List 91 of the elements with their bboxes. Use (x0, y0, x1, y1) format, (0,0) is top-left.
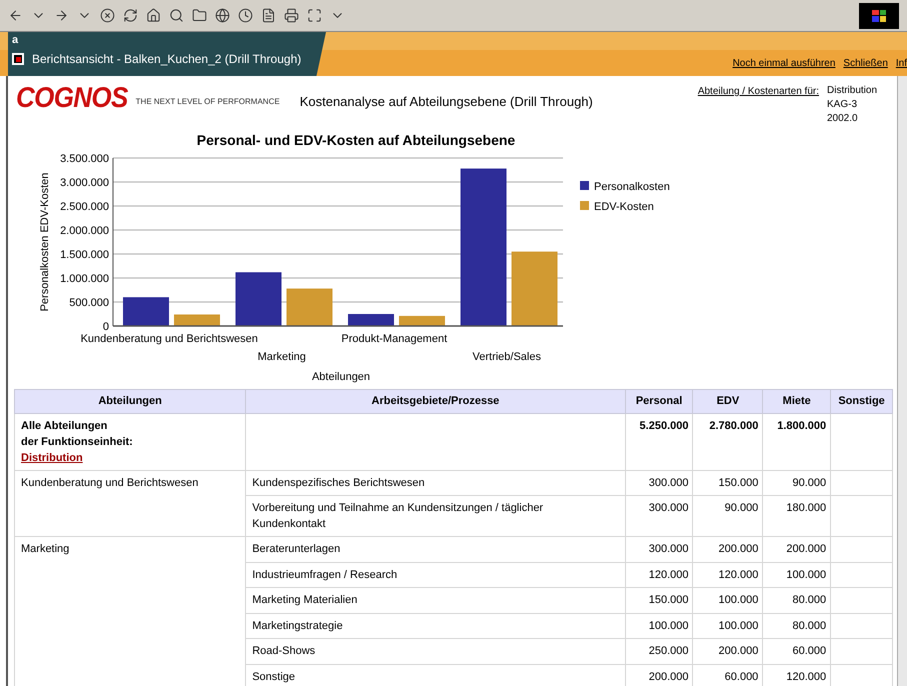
table-cell: Kundenberatung und Berichtswesen (14, 470, 246, 536)
y-tick-label: 500.000 (69, 297, 109, 309)
table-cell: 5.250.000 (625, 413, 693, 470)
table-cell: 200.000 (762, 536, 831, 562)
table-cell: 2.780.000 (692, 413, 763, 470)
bar (286, 288, 332, 326)
table-cell: 180.000 (762, 496, 831, 536)
filter-value: Distribution (827, 84, 878, 98)
table-cell: Road-Shows (246, 638, 626, 664)
filter-label: Abteilung / Kostenarten für: (698, 85, 819, 99)
chart-title: Personal- und EDV-Kosten auf Abteilungsebene (196, 132, 516, 148)
table-cell: 60.000 (762, 638, 831, 664)
column-header: Abteilungen (14, 390, 246, 413)
home-icon[interactable] (146, 8, 161, 23)
y-tick-label: 1.500.000 (60, 249, 109, 261)
x-axis-label: Abteilungen (312, 371, 370, 383)
table-cell: 150.000 (692, 470, 763, 496)
header-link[interactable]: Inf (896, 56, 907, 70)
tab-label: a (12, 33, 20, 48)
y-tick-label: 2.500.000 (60, 201, 109, 213)
header-link[interactable]: Schließen (843, 56, 888, 70)
folder-icon[interactable] (192, 8, 207, 23)
table-cell: Kundenspezifisches Berichtswesen (246, 470, 626, 496)
report-title: Kostenanalyse auf Abteilungsebene (Drill Through) (300, 93, 593, 111)
logo-tagline: THE NEXT LEVEL OF PERFORMANCE (136, 96, 280, 108)
table-cell: 300.000 (625, 470, 693, 496)
table-cell: 1.800.000 (762, 413, 831, 470)
y-tick-label: 2.000.000 (60, 225, 109, 237)
table-cell: 150.000 (625, 588, 693, 613)
clock-icon[interactable] (238, 8, 253, 23)
table-cell: 100.000 (692, 613, 763, 638)
column-header: Sonstige (830, 390, 892, 413)
distribution-link[interactable]: Distribution (21, 452, 83, 464)
y-axis-label: Personalkosten EDV-Kosten (39, 172, 51, 312)
table-cell: 120.000 (625, 562, 693, 588)
table-cell: 80.000 (762, 613, 831, 638)
window-title: Berichtsansicht - Balken_Kuchen_2 (Drill Through) (32, 51, 302, 68)
table-cell: 90.000 (692, 496, 763, 536)
stop-icon[interactable] (100, 8, 115, 23)
bar (236, 272, 282, 326)
header-link[interactable]: Noch einmal ausführen (732, 56, 836, 70)
table-cell: 200.000 (692, 638, 763, 664)
table-cell: 200.000 (692, 536, 763, 562)
table-cell: 100.000 (762, 562, 831, 588)
y-tick-label: 3.500.000 (60, 153, 109, 165)
table-cell: Vorbereitung und Teilnahme an Kundensitzungen / täglicher Kundenkontakt (246, 496, 626, 536)
scrollbar[interactable] (897, 76, 907, 686)
y-tick-label: 3.000.000 (60, 177, 109, 189)
bar (123, 297, 169, 326)
filter-value: 2002.0 (827, 112, 859, 126)
legend-label: Personalkosten (594, 181, 670, 193)
y-tick-label: 0 (102, 321, 109, 333)
table-cell: 80.000 (762, 588, 831, 613)
globe-icon[interactable] (215, 8, 230, 23)
table-cell: 300.000 (625, 496, 693, 536)
bar (399, 316, 445, 326)
table-cell: 120.000 (692, 562, 763, 588)
summary-text: Alle Abteilungen (21, 418, 108, 434)
y-tick-label: 1.000.000 (60, 273, 109, 285)
column-header: EDV (692, 390, 763, 413)
bar (174, 314, 220, 326)
legend-label: EDV-Kosten (594, 201, 654, 213)
report-icon (12, 53, 24, 65)
column-header: Miete (762, 390, 831, 413)
table-cell: 90.000 (762, 470, 831, 496)
table-cell: 100.000 (625, 613, 693, 638)
document-icon[interactable] (261, 8, 276, 23)
fullscreen-icon[interactable] (307, 8, 322, 23)
table-cell: Beraterunterlagen (246, 536, 626, 562)
column-header: Personal (625, 390, 693, 413)
x-category-label: Produkt-Management (341, 333, 448, 345)
table-cell: Marketing (14, 536, 246, 686)
refresh-icon[interactable] (123, 8, 138, 23)
search-icon[interactable] (169, 8, 184, 23)
filter-value: KAG-3 (827, 98, 858, 112)
column-header: Arbeitsgebiete/Prozesse (246, 390, 626, 413)
table-cell: Marketing Materialien (246, 588, 626, 613)
x-category-label: Vertrieb/Sales (472, 351, 541, 363)
table-cell: 250.000 (625, 638, 693, 664)
bar (348, 314, 394, 326)
forward-arrow-icon[interactable] (54, 8, 69, 23)
printer-icon[interactable] (284, 8, 299, 23)
cognos-logo: COGNOS (16, 82, 128, 112)
table-cell: Industrieumfragen / Research (246, 562, 626, 588)
table-cell: 100.000 (692, 588, 763, 613)
x-category-label: Kundenberatung und Berichtswesen (80, 333, 258, 345)
x-category-label: Marketing (258, 351, 306, 363)
windows-logo-icon[interactable] (859, 2, 899, 28)
summary-text: der Funktionseinheit: (21, 434, 134, 450)
table-cell: 300.000 (625, 536, 693, 562)
table-cell: Marketingstrategie (246, 613, 626, 638)
